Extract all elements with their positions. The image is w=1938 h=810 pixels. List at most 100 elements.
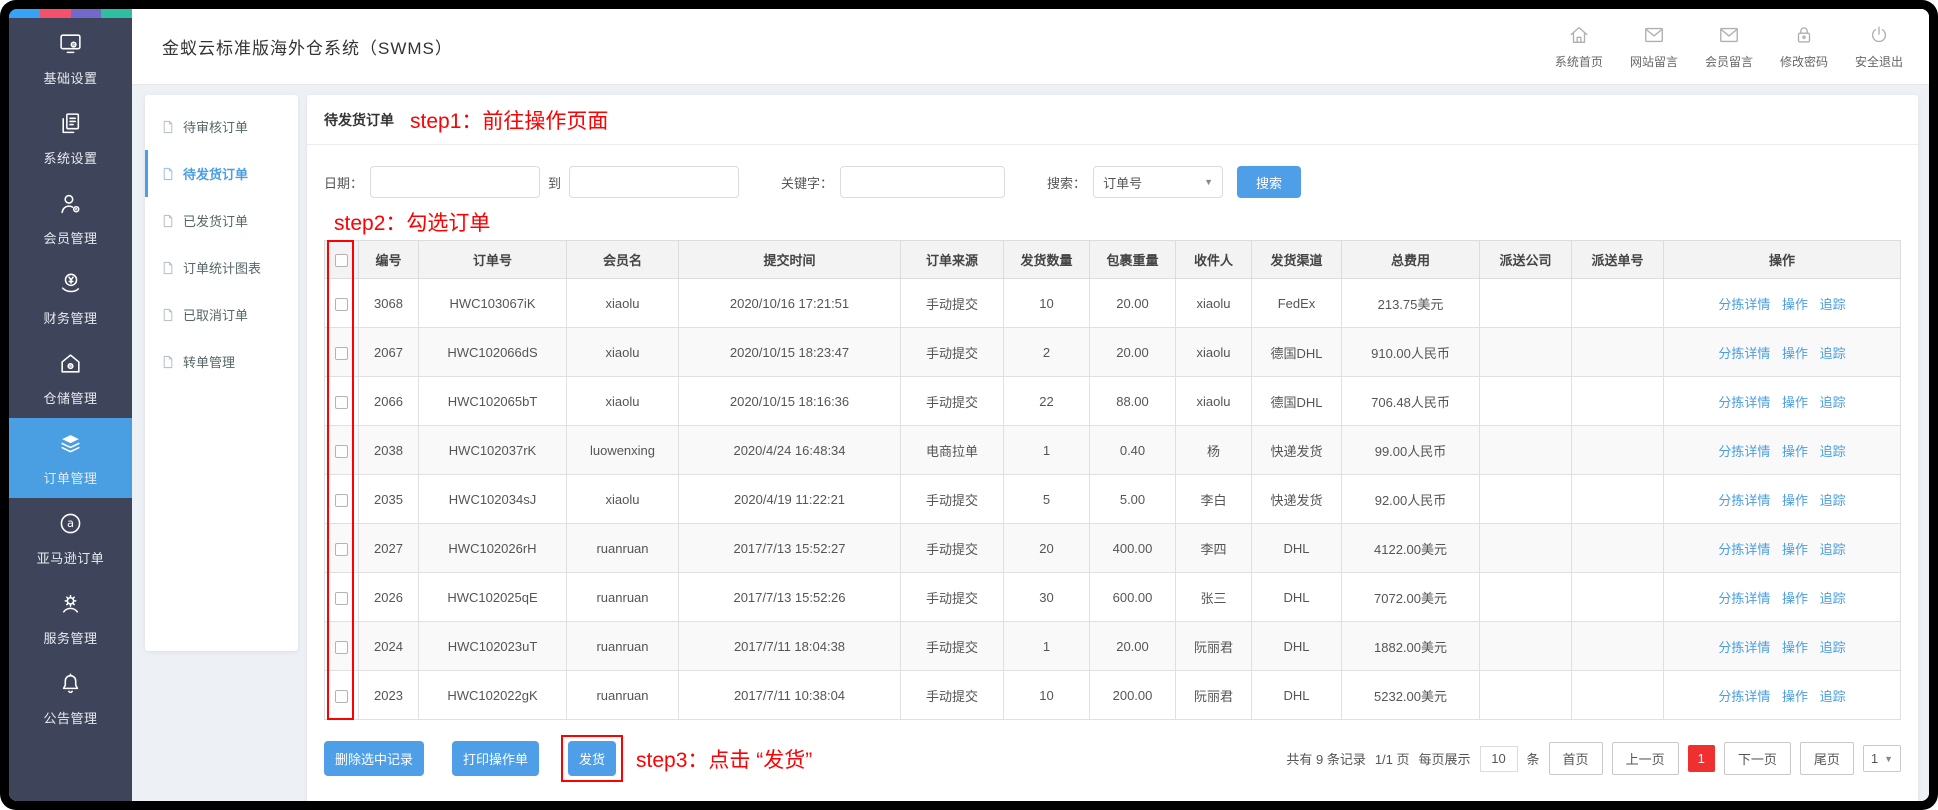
prev-page-button[interactable]: 上一页 <box>1612 742 1679 775</box>
sort-detail-link[interactable]: 分拣详情 <box>1718 689 1770 704</box>
first-page-button[interactable]: 首页 <box>1549 742 1603 775</box>
topbar-action[interactable]: 网站留言 <box>1630 24 1678 70</box>
cell-delivery-company <box>1480 573 1572 622</box>
sort-detail-link[interactable]: 分拣详情 <box>1718 542 1770 557</box>
track-link[interactable]: 追踪 <box>1820 689 1846 704</box>
cell-weight: 20.00 <box>1090 328 1176 377</box>
track-link[interactable]: 追踪 <box>1820 297 1846 312</box>
operate-link[interactable]: 操作 <box>1782 297 1808 312</box>
row-checkbox[interactable] <box>335 592 348 605</box>
service-gear-icon <box>58 603 83 620</box>
per-page-label: 每页展示 <box>1419 749 1471 768</box>
operate-link[interactable]: 操作 <box>1782 493 1808 508</box>
search-button[interactable]: 搜索 <box>1237 166 1301 198</box>
ship-button[interactable]: 发货 <box>568 741 616 776</box>
submenu-item[interactable]: 待审核订单 <box>145 103 298 150</box>
step2-annotation: step2：勾选订单 <box>334 207 1918 237</box>
page-jump-select[interactable]: 1 ▼ <box>1863 745 1901 772</box>
cell-qty: 22 <box>1004 377 1090 426</box>
search-type-select[interactable]: 订单号 ▼ <box>1093 166 1223 198</box>
sort-detail-link[interactable]: 分拣详情 <box>1718 640 1770 655</box>
submenu-item[interactable]: 待发货订单 <box>145 150 298 197</box>
sort-detail-link[interactable]: 分拣详情 <box>1718 493 1770 508</box>
cell-qty: 2 <box>1004 328 1090 377</box>
date-to-label: 到 <box>548 173 561 192</box>
row-checkbox[interactable] <box>335 494 348 507</box>
delete-selected-button[interactable]: 删除选中记录 <box>324 741 424 776</box>
sidebar-item[interactable]: 公告管理 <box>9 658 132 738</box>
submenu-item[interactable]: 订单统计图表 <box>145 244 298 291</box>
cell-qty: 10 <box>1004 671 1090 720</box>
topbar-action[interactable]: 会员留言 <box>1705 24 1753 70</box>
column-header: 会员名 <box>567 241 679 279</box>
last-page-button[interactable]: 尾页 <box>1800 742 1854 775</box>
chevron-down-icon: ▼ <box>1204 177 1213 187</box>
sidebar-item[interactable]: 服务管理 <box>9 578 132 658</box>
next-page-button[interactable]: 下一页 <box>1724 742 1791 775</box>
sidebar-item[interactable]: 会员管理 <box>9 178 132 258</box>
row-checkbox[interactable] <box>335 298 348 311</box>
cell-channel: 德国DHL <box>1252 377 1342 426</box>
sidebar-item[interactable]: 基础设置 <box>9 18 132 98</box>
date-from-input[interactable] <box>370 166 540 198</box>
sort-detail-link[interactable]: 分拣详情 <box>1718 395 1770 410</box>
topbar-action[interactable]: 系统首页 <box>1555 24 1603 70</box>
track-link[interactable]: 追踪 <box>1820 395 1846 410</box>
brand-stripe-segment <box>40 9 71 18</box>
print-sheet-button[interactable]: 打印操作单 <box>452 741 539 776</box>
records-summary: 共有 9 条记录 <box>1286 749 1365 768</box>
operate-link[interactable]: 操作 <box>1782 689 1808 704</box>
track-link[interactable]: 追踪 <box>1820 591 1846 606</box>
operate-link[interactable]: 操作 <box>1782 542 1808 557</box>
per-page-input[interactable] <box>1480 746 1518 772</box>
cell-channel: DHL <box>1252 622 1342 671</box>
sort-detail-link[interactable]: 分拣详情 <box>1718 444 1770 459</box>
monitor-gear-icon <box>58 43 83 60</box>
row-checkbox[interactable] <box>335 543 348 556</box>
operate-link[interactable]: 操作 <box>1782 395 1808 410</box>
sidebar-item[interactable]: 仓储管理 <box>9 338 132 418</box>
submenu-item[interactable]: 已取消订单 <box>145 291 298 338</box>
operate-link[interactable]: 操作 <box>1782 444 1808 459</box>
track-link[interactable]: 追踪 <box>1820 640 1846 655</box>
cell-fee: 910.00人民币 <box>1342 328 1480 377</box>
select-all-checkbox[interactable] <box>335 254 348 267</box>
submenu-item[interactable]: 已发货订单 <box>145 197 298 244</box>
cell-order-no: HWC102034sJ <box>419 475 567 524</box>
sidebar-item[interactable]: a 亚马逊订单 <box>9 498 132 578</box>
row-checkbox[interactable] <box>335 396 348 409</box>
cell-member: ruanruan <box>567 622 679 671</box>
sidebar-item[interactable]: 订单管理 <box>9 418 132 498</box>
current-page-button[interactable]: 1 <box>1688 745 1715 772</box>
sort-detail-link[interactable]: 分拣详情 <box>1718 591 1770 606</box>
sort-detail-link[interactable]: 分拣详情 <box>1718 297 1770 312</box>
sidebar-item[interactable]: 系统设置 <box>9 98 132 178</box>
track-link[interactable]: 追踪 <box>1820 444 1846 459</box>
lock-icon <box>1793 33 1815 50</box>
row-checkbox[interactable] <box>335 690 348 703</box>
power-icon <box>1868 33 1890 50</box>
track-link[interactable]: 追踪 <box>1820 542 1846 557</box>
cell-delivery-company <box>1480 475 1572 524</box>
cell-source: 电商拉单 <box>901 426 1004 475</box>
cell-fee: 706.48人民币 <box>1342 377 1480 426</box>
submenu-item[interactable]: 转单管理 <box>145 338 298 385</box>
row-checkbox[interactable] <box>335 445 348 458</box>
row-checkbox[interactable] <box>335 641 348 654</box>
operate-link[interactable]: 操作 <box>1782 640 1808 655</box>
operate-link[interactable]: 操作 <box>1782 591 1808 606</box>
column-header: 总费用 <box>1342 241 1480 279</box>
operate-link[interactable]: 操作 <box>1782 346 1808 361</box>
table-row: 2023 HWC102022gK ruanruan 2017/7/11 10:3… <box>325 671 1901 720</box>
date-to-input[interactable] <box>569 166 739 198</box>
keyword-input[interactable] <box>840 166 1005 198</box>
row-checkbox[interactable] <box>335 347 348 360</box>
track-link[interactable]: 追踪 <box>1820 493 1846 508</box>
sidebar-item[interactable]: 财务管理 <box>9 258 132 338</box>
topbar-action[interactable]: 安全退出 <box>1855 24 1903 70</box>
cell-select <box>325 671 359 720</box>
cell-delivery-company <box>1480 671 1572 720</box>
sort-detail-link[interactable]: 分拣详情 <box>1718 346 1770 361</box>
track-link[interactable]: 追踪 <box>1820 346 1846 361</box>
topbar-action[interactable]: 修改密码 <box>1780 24 1828 70</box>
